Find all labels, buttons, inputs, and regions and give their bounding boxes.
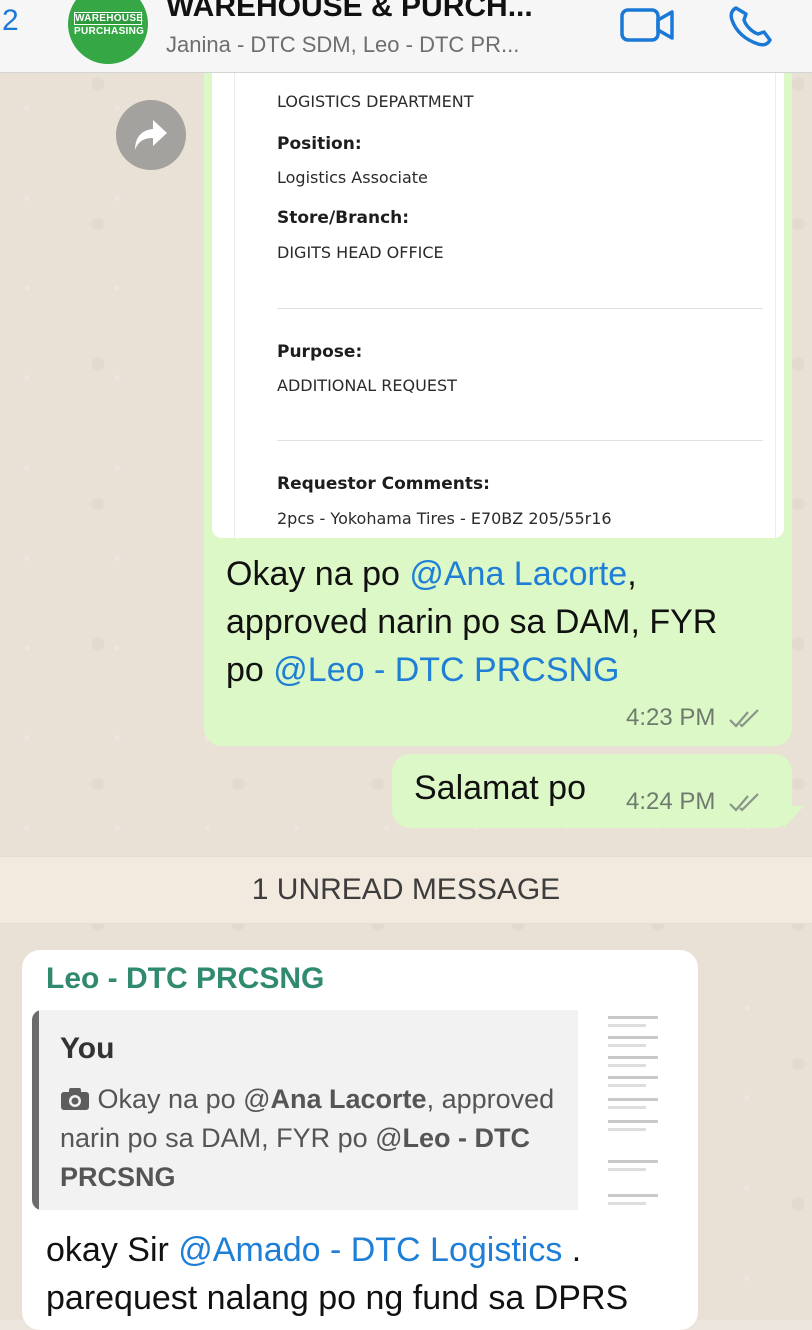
video-camera-icon[interactable] <box>620 6 676 44</box>
purpose-value: ADDITIONAL REQUEST <box>277 376 457 395</box>
comments-value: 2pcs - Yokohama Tires - E70BZ 205/55r16 <box>277 509 612 528</box>
group-avatar[interactable]: WAREHOUSE PURCHASING <box>68 0 148 64</box>
shared-document-image[interactable]: LOGISTICS DEPARTMENT Position: Logistics… <box>212 60 784 538</box>
camera-icon <box>61 1088 89 1110</box>
branch-label: Store/Branch: <box>277 208 410 228</box>
double-check-icon <box>729 792 759 812</box>
back-button[interactable]: 2 <box>2 4 19 38</box>
group-title[interactable]: WAREHOUSE & PURCH... <box>166 0 533 24</box>
message-timestamp: 4:24 PM <box>626 788 764 816</box>
unread-messages-divider: 1 UNREAD MESSAGE <box>0 856 812 924</box>
avatar-logo-line2: PURCHASING <box>74 26 145 37</box>
quote-accent-bar <box>32 1010 39 1210</box>
double-check-icon <box>729 708 759 728</box>
incoming-message-text[interactable]: okay Sir @Amado - DTC Logistics . parequ… <box>46 1226 686 1322</box>
forward-arrow-icon <box>135 120 167 150</box>
outgoing-message-text[interactable]: Okay na po @Ana Lacorte, approved narin … <box>226 550 786 694</box>
department-value: LOGISTICS DEPARTMENT <box>277 92 474 111</box>
quote-author: You <box>60 1032 115 1065</box>
mention-link[interactable]: @Ana Lacorte <box>409 555 627 593</box>
divider <box>277 308 763 309</box>
position-label: Position: <box>277 134 362 154</box>
forward-button[interactable] <box>116 100 186 170</box>
bubble-tail <box>784 806 804 828</box>
branch-value: DIGITS HEAD OFFICE <box>277 243 444 262</box>
group-members[interactable]: Janina - DTC SDM, Leo - DTC PR... <box>166 32 519 58</box>
comments-label: Requestor Comments: <box>277 474 490 494</box>
quote-text: Okay na po @Ana Lacorte, approved narin … <box>60 1084 555 1192</box>
outgoing-message-text[interactable]: Salamat po <box>414 764 586 812</box>
quoted-message[interactable]: You Okay na po @Ana Lacorte, approved na… <box>32 1010 686 1210</box>
quoted-image-thumbnail <box>578 1010 686 1210</box>
avatar-logo-line1: WAREHOUSE <box>74 12 144 25</box>
message-timestamp: 4:23 PM <box>626 704 764 732</box>
position-value: Logistics Associate <box>277 168 428 187</box>
phone-icon[interactable] <box>728 4 776 48</box>
purpose-label: Purpose: <box>277 342 363 362</box>
document-page: LOGISTICS DEPARTMENT Position: Logistics… <box>234 60 776 538</box>
divider <box>277 440 763 441</box>
sender-name[interactable]: Leo - DTC PRCSNG <box>46 962 324 996</box>
mention-link[interactable]: @Amado - DTC Logistics <box>178 1231 562 1269</box>
chat-header: 2 WAREHOUSE PURCHASING WAREHOUSE & PURCH… <box>0 0 812 73</box>
mention-link[interactable]: @Leo - DTC PRCSNG <box>273 651 619 689</box>
